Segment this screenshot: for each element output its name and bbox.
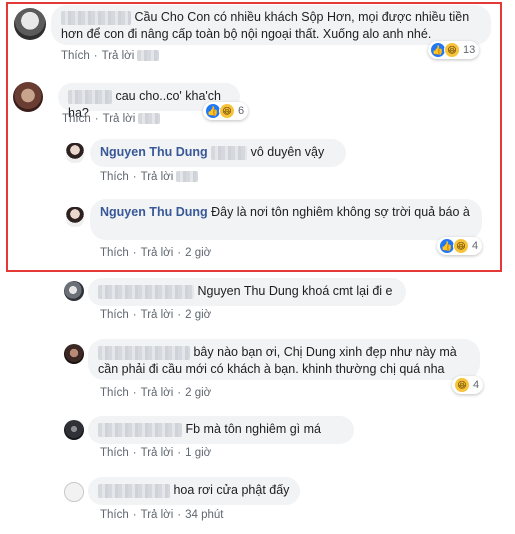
haha-icon: 😆 (219, 103, 235, 119)
reply-link[interactable]: Trả lời (141, 509, 174, 521)
blurred-username (61, 10, 131, 25)
reply-link[interactable]: Trả lời (141, 247, 174, 259)
blurred-username (98, 284, 194, 299)
reaction-summary[interactable]: 😆 4 (452, 376, 484, 394)
reaction-summary[interactable]: 👍 😆 4 (437, 237, 483, 255)
comment-text: vô duyên vậy (250, 145, 325, 159)
blurred-username (68, 89, 112, 104)
comment-actions: Thích · Trả lời · 1 giờ (100, 447, 212, 459)
comment-actions: Thích · Trả lời · 2 giờ (100, 247, 212, 259)
comment-bubble: bây nào bạn ơi, Chị Dung xinh đẹp như nà… (88, 339, 480, 380)
comment-actions: Thích · Trả lời · 2 giờ (100, 309, 212, 321)
like-link[interactable]: Thích (100, 509, 129, 521)
reaction-count: 13 (463, 44, 476, 56)
comment-text: Fb mà tôn nghiêm gì má (185, 422, 321, 436)
reply-link[interactable]: Trả lời (141, 171, 174, 183)
avatar[interactable] (64, 482, 84, 502)
comment-time[interactable]: 2 giờ (185, 387, 211, 399)
comment-bubble: Nguyen Thu Dung vô duyên vậy (90, 139, 346, 167)
reaction-summary[interactable]: 👍 😆 13 (428, 41, 480, 59)
comment-time[interactable]: 1 giờ (185, 447, 211, 459)
comment-text: Nguyen Thu Dung khoá cmt lại đi e (197, 284, 393, 298)
like-link[interactable]: Thích (100, 247, 129, 259)
comment-bubble: Nguyen Thu Dung khoá cmt lại đi e (88, 278, 406, 306)
comment-text: hoa rơi cửa phật đấy (173, 483, 290, 497)
reply-link[interactable]: Trả lời (103, 113, 136, 125)
comment-bubble: Cầu Cho Con có nhiều khách Sộp Hơn, mọi … (51, 5, 491, 45)
comment-bubble: Fb mà tôn nghiêm gì má (88, 416, 354, 444)
avatar[interactable] (66, 207, 84, 227)
like-link[interactable]: Thích (100, 447, 129, 459)
reply-link[interactable]: Trả lời (141, 447, 174, 459)
haha-icon: 😆 (453, 238, 469, 254)
comment-actions: Thích · Trả lời · 2 giờ (100, 387, 212, 399)
blurred-time (138, 113, 161, 125)
avatar[interactable] (14, 8, 46, 40)
blurred-time (176, 171, 199, 183)
haha-icon: 😆 (444, 42, 460, 58)
comment-bubble: hoa rơi cửa phật đấy (88, 477, 300, 505)
comment-time[interactable]: 2 giờ (185, 247, 211, 259)
like-link[interactable]: Thích (100, 171, 129, 183)
like-link[interactable]: Thích (100, 309, 129, 321)
reply-link[interactable]: Trả lời (141, 387, 174, 399)
avatar[interactable] (64, 281, 84, 301)
blurred-username (98, 422, 182, 437)
like-link[interactable]: Thích (100, 387, 129, 399)
author-name[interactable]: Nguyen Thu Dung (100, 205, 208, 219)
like-link[interactable]: Thích (62, 113, 91, 125)
avatar[interactable] (64, 420, 84, 440)
comment-time[interactable]: 34 phút (185, 509, 223, 521)
comment-actions: Thích · Trả lời · 34 phút (100, 509, 224, 521)
reaction-count: 6 (238, 105, 245, 117)
avatar[interactable] (13, 82, 43, 112)
blurred-username (98, 483, 170, 498)
comment-time[interactable]: 2 giờ (185, 309, 211, 321)
comment-actions: Thích · Trả lời (61, 50, 160, 62)
comment-actions: Thích · Trả lời (62, 113, 161, 125)
blurred-time (137, 50, 160, 62)
reaction-count: 4 (473, 379, 480, 391)
comment-actions: Thích · Trả lời (100, 171, 199, 183)
comment-text: Đây là nơi tôn nghiêm không sợ trời quả … (211, 205, 470, 219)
haha-icon: 😆 (454, 377, 470, 393)
avatar[interactable] (66, 143, 84, 163)
reaction-count: 4 (472, 240, 479, 252)
avatar[interactable] (64, 344, 84, 364)
reply-link[interactable]: Trả lời (141, 309, 174, 321)
blurred-username (211, 145, 248, 160)
like-link[interactable]: Thích (61, 50, 90, 62)
reply-link[interactable]: Trả lời (102, 50, 135, 62)
reaction-summary[interactable]: 👍 😆 6 (203, 102, 249, 120)
author-name[interactable]: Nguyen Thu Dung (100, 145, 208, 159)
blurred-username (98, 345, 190, 360)
comment-bubble: Nguyen Thu Dung Đây là nơi tôn nghiêm kh… (90, 199, 482, 240)
